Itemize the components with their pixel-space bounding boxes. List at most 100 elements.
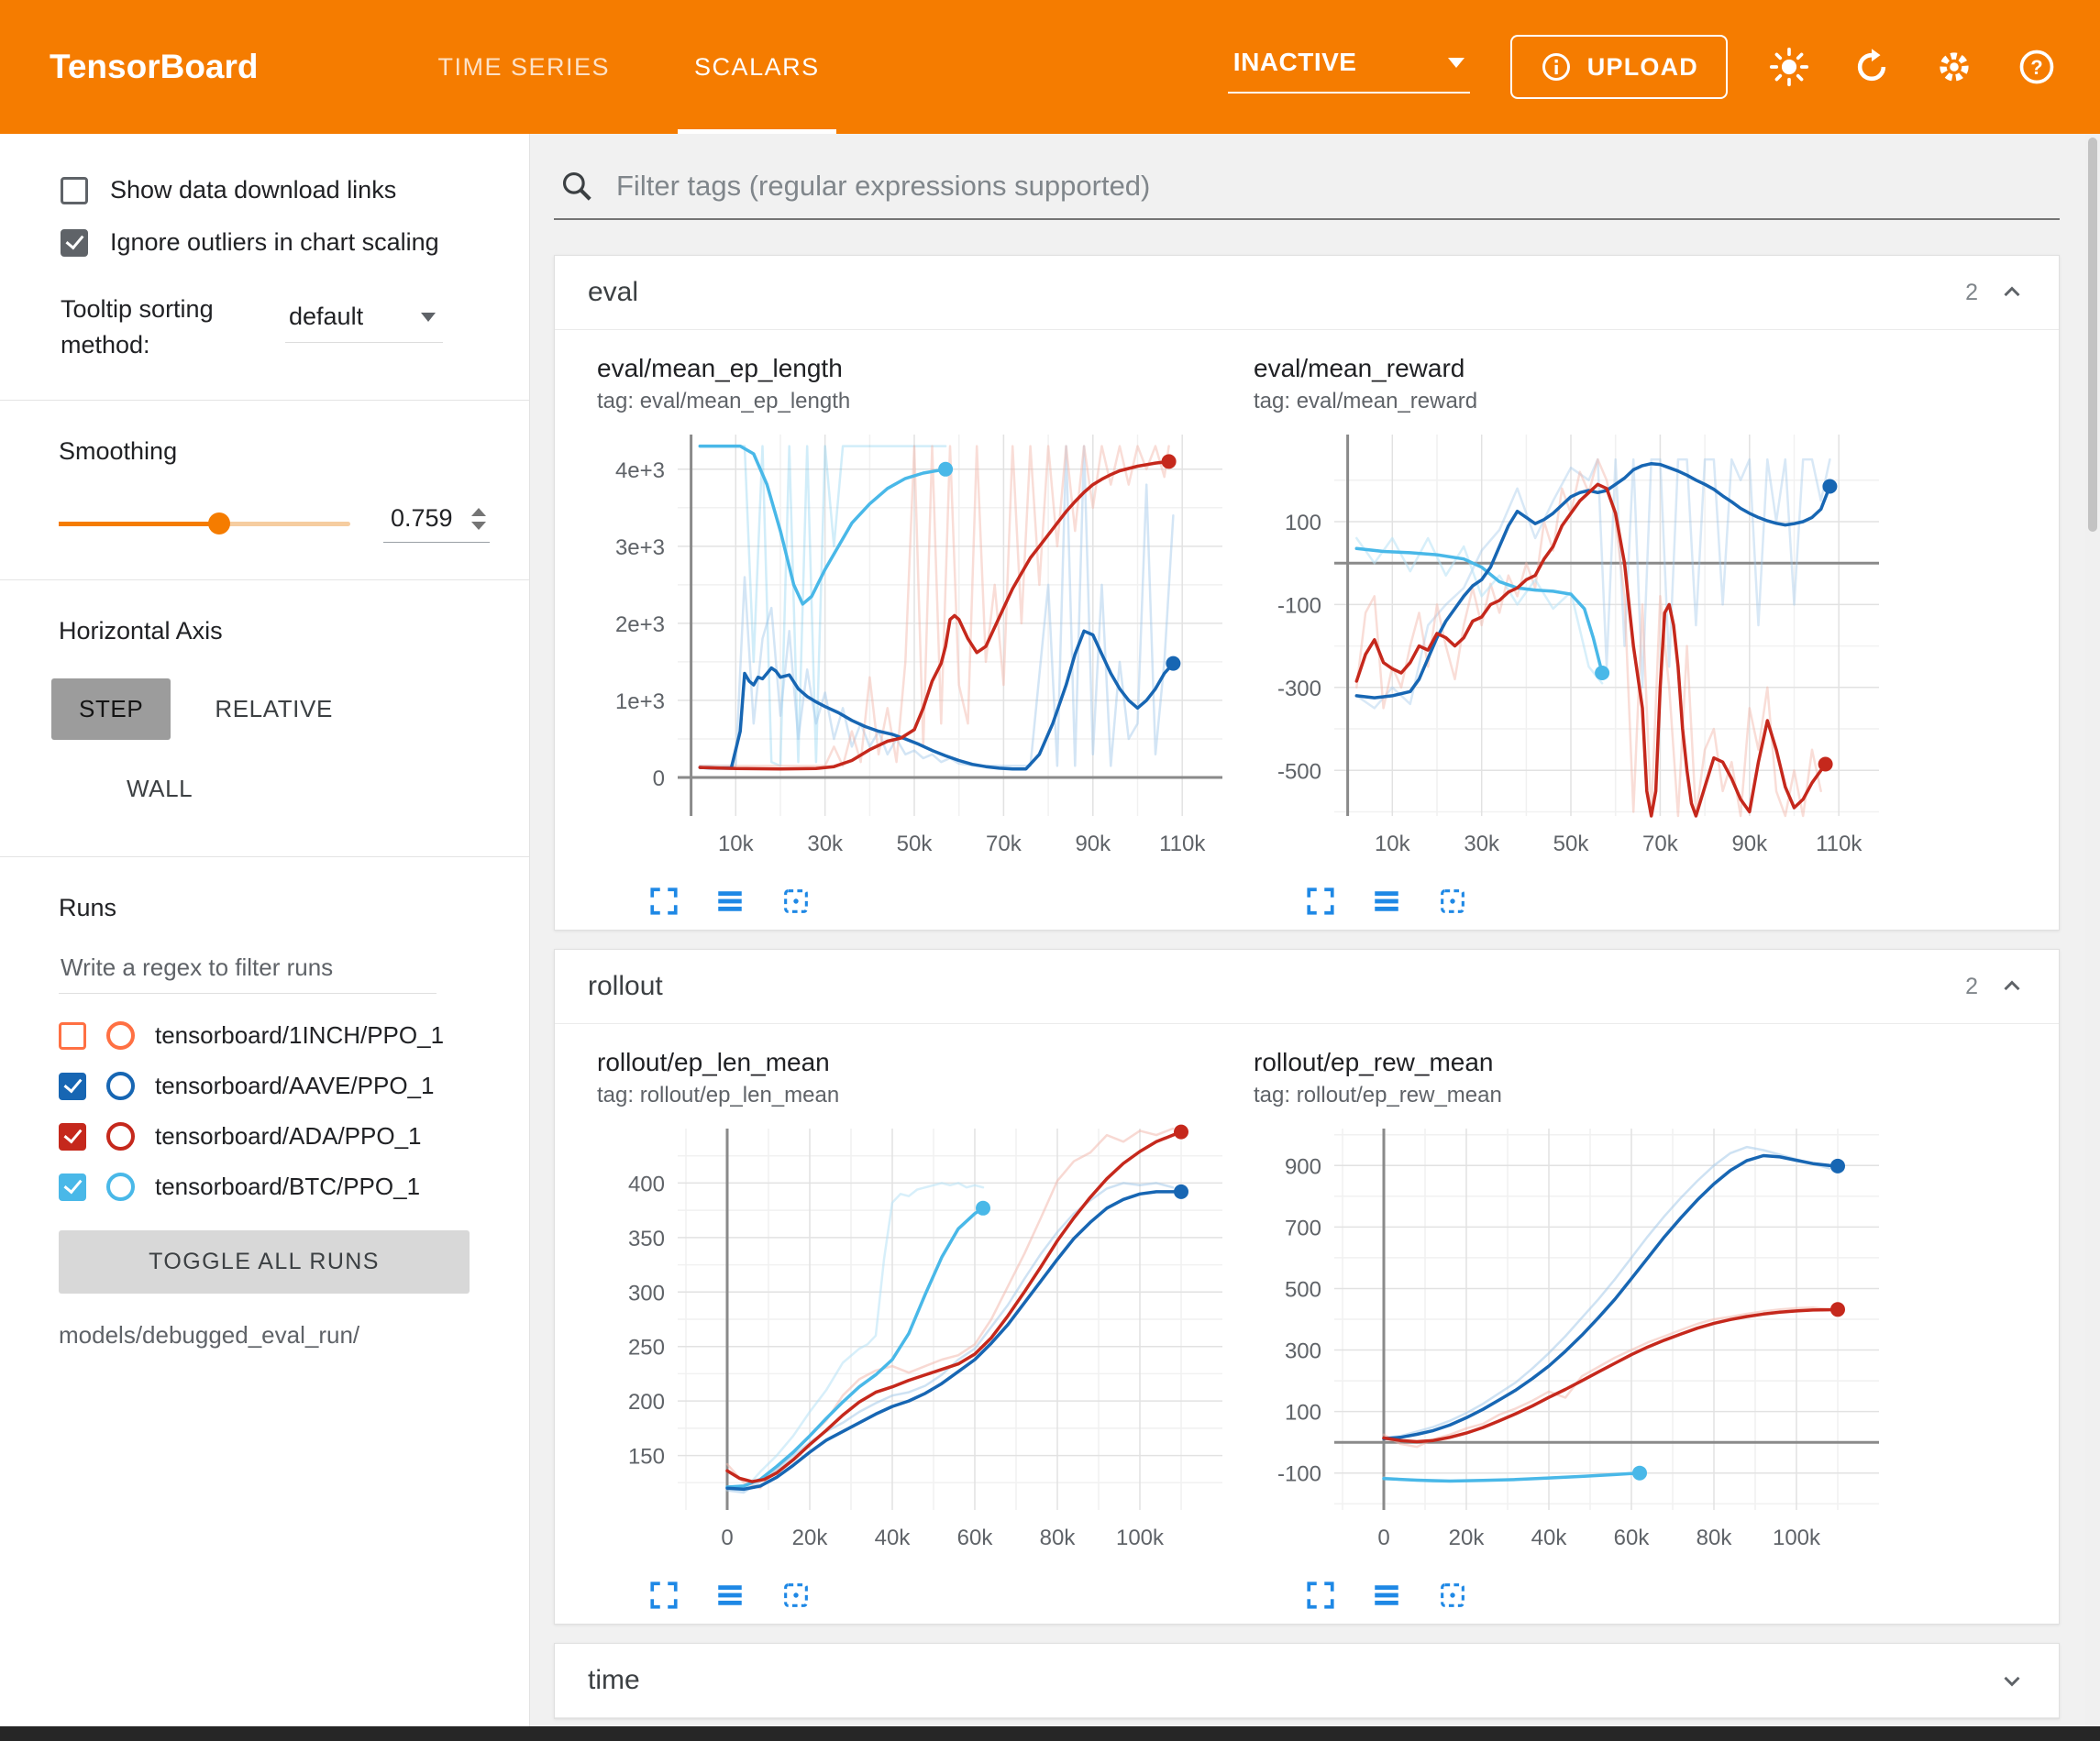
run-color-circle	[106, 1021, 135, 1050]
toggle-all-runs-button[interactable]: TOGGLE ALL RUNS	[59, 1230, 470, 1294]
chart-card: rollout/ep_rew_meantag: rollout/ep_rew_m…	[1252, 1044, 1884, 1618]
svg-text:700: 700	[1285, 1216, 1321, 1240]
axis-wall-button[interactable]: WALL	[99, 758, 220, 820]
svg-text:300: 300	[628, 1281, 665, 1306]
run-checkbox[interactable]	[59, 1073, 86, 1100]
svg-text:30k: 30k	[807, 832, 844, 856]
axis-relative-button[interactable]: RELATIVE	[187, 678, 360, 740]
stepper-up-icon[interactable]	[471, 508, 486, 516]
line-chart[interactable]: 020k40k60k80k100k150200250300350400	[595, 1116, 1228, 1574]
tooltip-sorting-row: Tooltip sorting method: default	[61, 292, 520, 363]
section-body-rollout: rollout/ep_len_mean tag: rollout/ep_len_m…	[555, 1024, 2059, 1624]
run-row[interactable]: tensorboard/AAVE/PPO_1	[59, 1072, 529, 1100]
fit-domain-icon[interactable]	[1437, 1580, 1468, 1611]
fit-domain-icon[interactable]	[780, 1580, 812, 1611]
svg-text:0: 0	[1377, 1526, 1389, 1550]
smoothing-slider[interactable]	[59, 522, 350, 526]
brightness-icon[interactable]	[1768, 46, 1810, 88]
chart-card: eval/mean_ep_lengthtag: eval/mean_ep_len…	[595, 350, 1228, 924]
data-table-icon[interactable]	[1371, 1580, 1402, 1611]
line-chart[interactable]: 10k30k50k70k90k110k01e+32e+33e+34e+3	[595, 422, 1228, 880]
axis-buttons: STEP RELATIVE	[51, 678, 529, 740]
run-row[interactable]: tensorboard/1INCH/PPO_1	[59, 1021, 529, 1050]
svg-text:100k: 100k	[1773, 1526, 1821, 1550]
ignore-outliers-row[interactable]: Ignore outliers in chart scaling	[61, 228, 520, 257]
refresh-icon[interactable]	[1851, 46, 1893, 88]
bottom-strip	[0, 1726, 2100, 1741]
run-checkbox[interactable]	[59, 1174, 86, 1201]
scrollbar[interactable]	[2085, 134, 2100, 1726]
stepper-down-icon[interactable]	[471, 522, 486, 530]
fullscreen-icon[interactable]	[1305, 886, 1336, 917]
svg-text:2e+3: 2e+3	[615, 612, 665, 637]
fit-domain-icon[interactable]	[780, 886, 812, 917]
run-color-circle	[106, 1072, 135, 1100]
data-table-icon[interactable]	[714, 1580, 746, 1611]
scrollbar-thumb[interactable]	[2088, 138, 2097, 532]
info-icon	[1540, 50, 1573, 83]
run-row[interactable]: tensorboard/ADA/PPO_1	[59, 1122, 529, 1151]
help-icon[interactable]: ?	[2016, 46, 2058, 88]
svg-text:60k: 60k	[1614, 1526, 1651, 1550]
svg-text:60k: 60k	[957, 1526, 994, 1550]
chevron-up-icon[interactable]	[1998, 279, 2026, 306]
runs-filter-input[interactable]	[59, 950, 437, 994]
divider	[0, 579, 529, 580]
divider	[0, 400, 529, 401]
divider	[0, 856, 529, 857]
show-download-links-checkbox[interactable]	[61, 177, 88, 204]
filter-tags-bar	[554, 165, 2060, 220]
data-table-icon[interactable]	[1371, 886, 1402, 917]
settings-icon[interactable]	[1933, 46, 1975, 88]
tab-time-series[interactable]: TIME SERIES	[396, 0, 653, 134]
fullscreen-icon[interactable]	[1305, 1580, 1336, 1611]
svg-text:0: 0	[721, 1526, 733, 1550]
data-table-icon[interactable]	[714, 886, 746, 917]
sidebar: Show data download links Ignore outliers…	[0, 134, 530, 1726]
run-checkbox[interactable]	[59, 1123, 86, 1151]
svg-text:10k: 10k	[718, 832, 755, 856]
svg-text:3e+3: 3e+3	[615, 535, 665, 560]
status-dropdown[interactable]: INACTIVE	[1228, 40, 1470, 94]
run-checkbox[interactable]	[59, 1022, 86, 1050]
chart-title: rollout/ep_len_mean	[597, 1048, 1228, 1077]
chart-toolbar	[648, 1580, 1228, 1611]
slider-thumb[interactable]	[208, 512, 230, 534]
chevron-up-icon[interactable]	[1998, 973, 2026, 1000]
ignore-outliers-checkbox[interactable]	[61, 229, 88, 257]
section-header-rollout[interactable]: rollout 2	[555, 950, 2059, 1024]
show-download-links-row[interactable]: Show data download links	[61, 176, 520, 204]
chart-toolbar	[1305, 1580, 1884, 1611]
chart-tag: tag: rollout/ep_len_mean	[597, 1083, 1228, 1108]
axis-step-button[interactable]: STEP	[51, 678, 171, 740]
section-header-eval[interactable]: eval 2	[555, 256, 2059, 330]
fit-domain-icon[interactable]	[1437, 886, 1468, 917]
svg-text:250: 250	[628, 1336, 665, 1361]
tooltip-sorting-value: default	[289, 303, 363, 331]
run-row[interactable]: tensorboard/BTC/PPO_1	[59, 1173, 529, 1201]
main-content: eval 2 eval/mean_ep_lengthtag: eval/mean…	[530, 134, 2085, 1726]
fullscreen-icon[interactable]	[648, 886, 680, 917]
svg-text:500: 500	[1285, 1278, 1321, 1303]
fullscreen-icon[interactable]	[648, 1580, 680, 1611]
svg-text:10k: 10k	[1375, 832, 1411, 856]
line-chart[interactable]: 020k40k60k80k100k-100100300500700900	[1252, 1116, 1884, 1574]
svg-text:110k: 110k	[1816, 832, 1862, 856]
tooltip-sorting-dropdown[interactable]: default	[285, 299, 443, 343]
section-title: rollout	[588, 971, 663, 1002]
filter-tags-input[interactable]	[614, 169, 2056, 204]
chevron-down-icon[interactable]	[1998, 1667, 2026, 1694]
svg-text:4e+3: 4e+3	[615, 458, 665, 483]
section-title: eval	[588, 277, 638, 308]
section-header-time[interactable]: time	[555, 1644, 2059, 1718]
svg-text:80k: 80k	[1040, 1526, 1077, 1550]
line-chart[interactable]: 10k30k50k70k90k110k100-100-300-500	[1252, 422, 1884, 880]
axis-buttons-row2: WALL	[99, 758, 529, 820]
svg-text:300: 300	[1285, 1339, 1321, 1364]
upload-button[interactable]: UPLOAD	[1510, 35, 1728, 99]
smoothing-value-field[interactable]: 0.759	[383, 504, 490, 543]
svg-text:30k: 30k	[1464, 832, 1500, 856]
value-stepper[interactable]	[468, 508, 486, 530]
tab-scalars[interactable]: SCALARS	[652, 0, 862, 134]
smoothing-value: 0.759	[391, 504, 453, 533]
